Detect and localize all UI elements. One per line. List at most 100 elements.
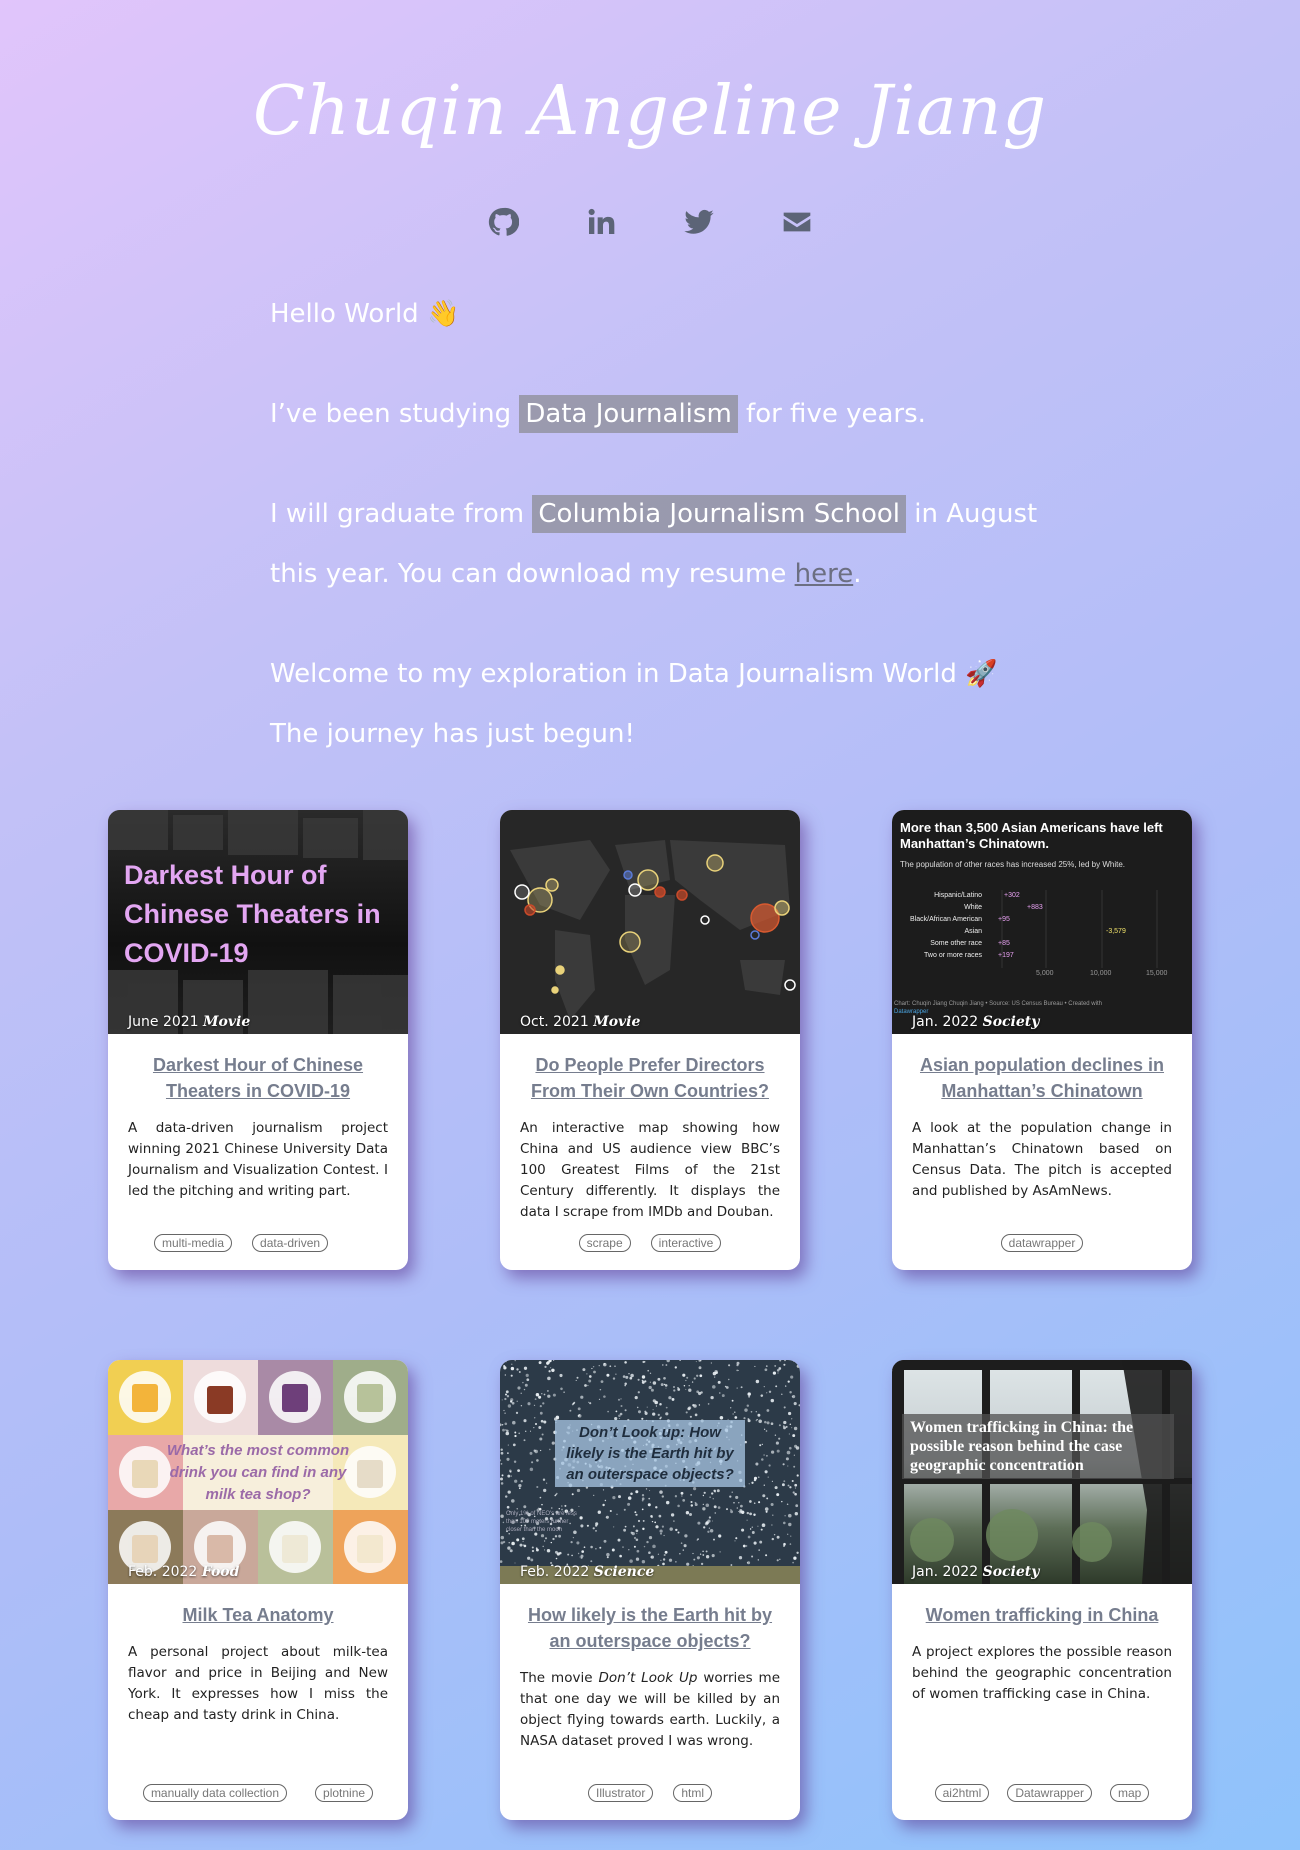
star-dot (685, 1411, 688, 1414)
star-dot (762, 1494, 766, 1498)
star-dot (522, 1544, 525, 1546)
project-thumbnail[interactable]: More than 3,500 Asian Americans have lef… (892, 810, 1192, 1034)
project-title[interactable]: Milk Tea Anatomy (128, 1602, 388, 1628)
star-dot (790, 1375, 794, 1379)
star-dot (539, 1437, 543, 1441)
star-dot (675, 1561, 677, 1563)
tag[interactable]: ai2html (934, 1784, 990, 1802)
project-title[interactable]: How likely is the Earth hit by an outers… (520, 1602, 780, 1654)
star-dot (702, 1494, 705, 1497)
star-dot (677, 1386, 679, 1389)
star-dot (666, 1360, 670, 1363)
project-title[interactable]: Darkest Hour of Chinese Theaters in COVI… (128, 1052, 388, 1104)
star-dot (703, 1526, 706, 1529)
star-dot (783, 1542, 786, 1546)
intro-study-pre: I’ve been studying (270, 399, 520, 429)
star-dot (756, 1418, 758, 1421)
linkedin-icon[interactable] (583, 204, 619, 240)
tag[interactable]: datawrapper (1000, 1234, 1084, 1252)
star-dot (705, 1521, 709, 1525)
star-dot (732, 1413, 734, 1415)
star-dot (787, 1465, 789, 1467)
star-dot (668, 1558, 673, 1562)
star-dot (764, 1470, 768, 1474)
intro-study-post: for five years. (737, 399, 926, 429)
project-card[interactable]: What’s the most common drink you can fin… (108, 1360, 408, 1820)
star-dot (629, 1559, 633, 1563)
project-thumbnail[interactable]: Women trafficking in China: the possible… (892, 1360, 1192, 1584)
star-dot (539, 1496, 542, 1499)
chart-row: Black/African American +95 (892, 916, 1192, 928)
star-dot (572, 1402, 575, 1405)
star-dot (774, 1364, 777, 1367)
star-dot (746, 1519, 748, 1521)
star-dot (665, 1364, 668, 1366)
resume-link[interactable]: here (795, 559, 854, 589)
project-title[interactable]: Asian population declines in Manhattan’s… (912, 1052, 1172, 1104)
star-dot (540, 1534, 545, 1538)
tag[interactable]: interactive (650, 1234, 722, 1252)
project-card[interactable]: Women trafficking in China: the possible… (892, 1360, 1192, 1820)
project-title[interactable]: Women trafficking in China (912, 1602, 1172, 1628)
github-icon[interactable] (485, 204, 521, 240)
star-dot (616, 1513, 618, 1516)
star-dot (543, 1420, 547, 1424)
project-description: A project explores the possible reason b… (912, 1644, 1172, 1702)
star-dot (576, 1376, 579, 1379)
chart-row-label: White (964, 904, 982, 911)
star-dot (531, 1546, 534, 1549)
project-card[interactable]: Don’t Look up: How likely is the Earth h… (500, 1360, 800, 1820)
project-thumbnail[interactable]: Don’t Look up: How likely is the Earth h… (500, 1360, 800, 1584)
tag[interactable]: map (1110, 1784, 1150, 1802)
star-dot (647, 1503, 651, 1507)
star-dot (609, 1365, 612, 1368)
project-title[interactable]: Do People Prefer Directors From Their Ow… (520, 1052, 780, 1104)
star-dot (728, 1378, 730, 1381)
project-card[interactable]: Darkest Hour of Chinese Theaters in COVI… (108, 810, 408, 1270)
tag[interactable]: html (673, 1784, 713, 1802)
star-dot (685, 1388, 687, 1390)
star-dot (554, 1535, 558, 1538)
star-dot (507, 1404, 512, 1408)
star-dot (697, 1521, 701, 1525)
tag[interactable]: Datawrapper (1007, 1784, 1093, 1802)
star-dot (505, 1361, 507, 1363)
project-thumbnail[interactable]: Darkest Hour of Chinese Theaters in COVI… (108, 810, 408, 1034)
star-dot (771, 1524, 773, 1526)
star-dot (635, 1557, 640, 1561)
star-dot (783, 1363, 786, 1366)
star-dot (794, 1512, 798, 1516)
tag[interactable]: manually data collection (142, 1784, 288, 1802)
chart-row-value: +197 (998, 952, 1014, 959)
twitter-icon[interactable] (681, 204, 717, 240)
envelope-icon[interactable] (779, 204, 815, 240)
project-thumbnail[interactable]: Oct. 2021 Movie (500, 810, 800, 1034)
star-dot (649, 1490, 651, 1492)
star-dot (749, 1500, 752, 1503)
project-card[interactable]: Oct. 2021 Movie Do People Prefer Directo… (500, 810, 800, 1270)
star-dot (692, 1552, 694, 1555)
star-dot (685, 1511, 690, 1515)
project-thumbnail[interactable]: What’s the most common drink you can fin… (108, 1360, 408, 1584)
star-dot (741, 1528, 745, 1532)
star-dot (792, 1434, 796, 1438)
project-card[interactable]: More than 3,500 Asian Americans have lef… (892, 810, 1192, 1270)
star-dot (578, 1505, 580, 1507)
star-dot (627, 1496, 632, 1500)
star-dot (520, 1480, 523, 1483)
axis-tick: 10,000 (1090, 970, 1112, 977)
tag[interactable]: plotnine (315, 1784, 374, 1802)
tag[interactable]: Illustrator (587, 1784, 654, 1802)
tag[interactable]: data-driven (252, 1234, 329, 1252)
star-dot (641, 1375, 646, 1379)
star-dot (663, 1553, 666, 1557)
star-dot (683, 1544, 687, 1548)
project-category: Food (201, 1564, 240, 1580)
tag[interactable]: multi-media (154, 1234, 233, 1252)
star-dot (659, 1490, 663, 1494)
star-dot (757, 1559, 759, 1561)
star-dot (615, 1410, 618, 1413)
tag[interactable]: scrape (578, 1234, 631, 1252)
star-dot (699, 1374, 703, 1378)
thumbnail-date: Feb. 2022 Science (520, 1564, 654, 1580)
